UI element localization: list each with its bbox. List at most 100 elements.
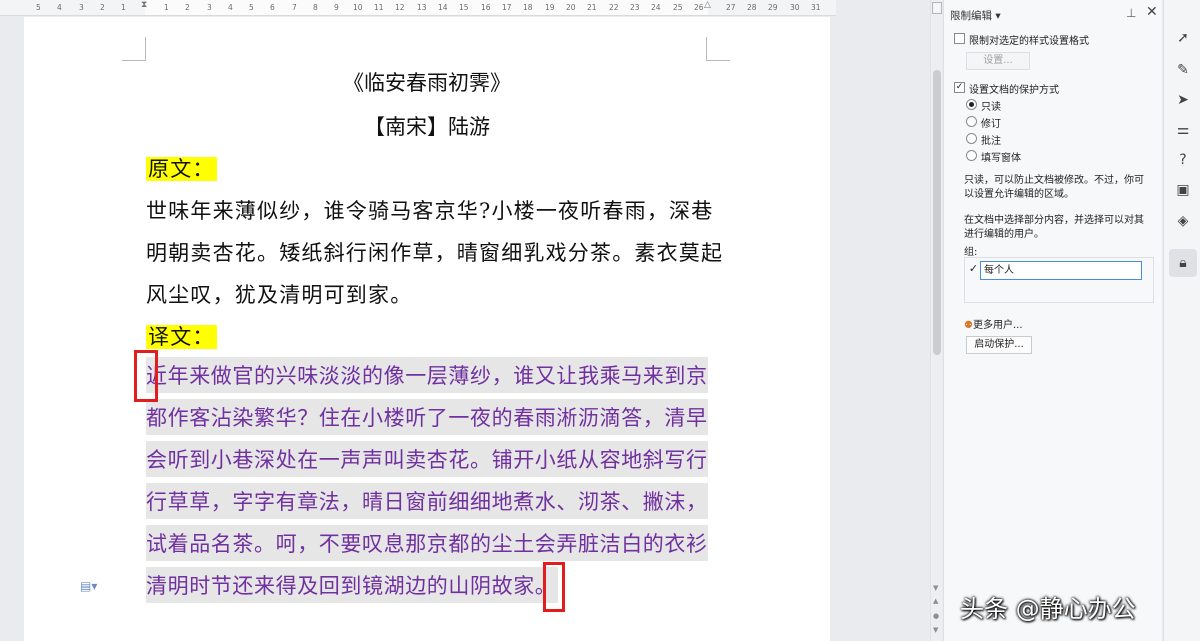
mode-label: 只读 xyxy=(981,102,1001,113)
ruler-tick: 20 xyxy=(566,3,576,12)
cursor-icon[interactable]: ➤ xyxy=(1173,90,1193,110)
ruler-tick: 23 xyxy=(630,3,640,12)
ruler-tick: 26 xyxy=(694,3,704,12)
chevron-down-icon: ▾ xyxy=(992,10,1001,22)
ruler-tick: 11 xyxy=(374,3,384,12)
range-start-highlight-box xyxy=(134,350,158,402)
ruler-tick: 6 xyxy=(270,3,275,12)
ruler-tick: 16 xyxy=(481,3,491,12)
ruler-tick: 31 xyxy=(811,3,821,12)
margin-corner-marker xyxy=(122,37,146,61)
ruler-tick: 22 xyxy=(609,3,619,12)
poem-author: 【南宋】陆游 xyxy=(364,115,490,139)
format-restrict-checkbox[interactable] xyxy=(954,33,965,44)
pin-icon[interactable]: ⊥ xyxy=(1126,6,1136,20)
document-area[interactable]: 《临安春雨初霁》 【南宋】陆游 原文： 世味年来薄似纱，谁令骑马客京华?小楼一夜… xyxy=(0,17,930,641)
send-icon[interactable]: ➚ xyxy=(1173,28,1193,48)
select-description: 在文档中选择部分内容，并选择可以对其 xyxy=(964,215,1144,226)
restrict-editing-pane: 限制编辑 ▾ ⊥ ✕ 限制对选定的样式设置格式 设置... ✓ 设置文档的保护方… xyxy=(943,0,1162,641)
ruler-tick: 7 xyxy=(292,3,297,12)
group-item-everyone[interactable]: 每个人 xyxy=(980,261,1142,280)
translation-line: 试着品名茶。呵，不要叹息那京都的尘土会弄脏洁白的衣衫， xyxy=(146,525,708,561)
wps-window: 5 4 3 2 1 ⧗ 1 2 3 4 5 6 7 8 9 10 11 12 1… xyxy=(0,0,1200,641)
paragraph-options-icon[interactable]: ▤▾ xyxy=(80,579,97,593)
watermark-text: 头条 @静心办公 xyxy=(960,595,1136,623)
group-label: 组: xyxy=(964,247,978,258)
translation-line: 行草草，字字有章法，晴日窗前细细地煮水、沏茶、撇沫， xyxy=(146,483,708,519)
protect-label: 设置文档的保护方式 xyxy=(969,85,1059,96)
more-users-link[interactable]: ⚉更多用户... xyxy=(964,316,1023,331)
ruler-tick: 1 xyxy=(164,3,169,12)
original-heading-text: 原文： xyxy=(146,157,217,181)
right-toolbar: ➚ ✎ ➤ ⚌ ? ▣ ◈ 🔒︎ xyxy=(1163,0,1200,641)
right-indent-marker-icon[interactable]: △ xyxy=(704,0,711,10)
ruler-tick: 4 xyxy=(57,3,62,12)
protect-checkbox[interactable]: ✓ xyxy=(954,82,965,93)
ruler-tick: 27 xyxy=(726,3,736,12)
settings-button[interactable]: 设置... xyxy=(966,52,1030,70)
margin-corner-marker xyxy=(706,37,730,61)
ruler-tick: 28 xyxy=(747,3,757,12)
ruler-tick: 8 xyxy=(313,3,318,12)
readonly-description: 以设置允许编辑的区域。 xyxy=(964,189,1074,200)
original-line: 明朝卖杏花。矮纸斜行闲作草，晴窗细乳戏分茶。素衣莫起 xyxy=(146,241,724,265)
ruler-tick: 4 xyxy=(228,3,233,12)
mode-label: 修订 xyxy=(981,119,1001,130)
pane-title[interactable]: 限制编辑 ▾ xyxy=(950,8,1001,23)
translation-heading: 译文： xyxy=(146,321,217,351)
pen-icon[interactable]: ✎ xyxy=(1173,60,1193,80)
mode-label: 批注 xyxy=(981,136,1001,147)
more-users-text: 更多用户... xyxy=(972,320,1023,331)
indent-marker-icon[interactable]: ⧗ xyxy=(141,0,147,10)
original-line: 世味年来薄似纱，谁令骑马客京华?小楼一夜听春雨，深巷 xyxy=(146,199,714,223)
ruler-tick: 2 xyxy=(100,3,105,12)
mode-radio-readonly[interactable] xyxy=(966,99,977,110)
lock-icon[interactable]: 🔒︎ xyxy=(1169,249,1197,277)
readonly-description: 只读，可以防止文档被修改。不过，你可 xyxy=(964,175,1144,186)
ruler-tick: 19 xyxy=(545,3,555,12)
vertical-scrollbar[interactable]: ▼ ▲ ● ▼ xyxy=(930,0,942,641)
ruler-tick: 1 xyxy=(121,3,126,12)
format-restrict-label: 限制对选定的样式设置格式 xyxy=(969,36,1089,47)
document-page[interactable]: 《临安春雨初霁》 【南宋】陆游 原文： 世味年来薄似纱，谁令骑马客京华?小楼一夜… xyxy=(24,17,830,641)
page-select-icon[interactable]: ● xyxy=(933,612,939,620)
mode-label: 填写窗体 xyxy=(981,153,1021,164)
horizontal-ruler[interactable]: 5 4 3 2 1 ⧗ 1 2 3 4 5 6 7 8 9 10 11 12 1… xyxy=(0,0,836,16)
scroll-down-arrow-icon[interactable]: ▼ xyxy=(933,584,938,592)
mode-radio-form[interactable] xyxy=(966,150,977,161)
ruler-tick: 9 xyxy=(334,3,339,12)
ruler-tick: 14 xyxy=(438,3,448,12)
mode-radio-comment[interactable] xyxy=(966,133,977,144)
ruler-tick: 2 xyxy=(185,3,190,12)
next-page-icon[interactable]: ▼ xyxy=(933,626,938,634)
ruler-tick: 24 xyxy=(651,3,661,12)
poem-title: 《临安春雨初霁》 xyxy=(343,71,511,95)
help-icon[interactable]: ? xyxy=(1173,150,1193,170)
start-protect-button[interactable]: 启动保护... xyxy=(966,336,1032,354)
translation-line: 会听到小巷深处在一声声叫卖杏花。铺开小纸从容地斜写行 xyxy=(146,441,708,477)
ruler-tick: 3 xyxy=(207,3,212,12)
original-heading: 原文： xyxy=(146,153,217,183)
select-description: 进行编辑的用户。 xyxy=(964,229,1044,240)
ruler-tick: 29 xyxy=(768,3,778,12)
ruler-tick: 25 xyxy=(673,3,683,12)
translation-line: 都作客沾染繁华？住在小楼听了一夜的春雨淅沥滴答，清早 xyxy=(146,399,708,435)
sliders-icon[interactable]: ⚌ xyxy=(1173,120,1193,140)
translation-line: 清明时节还来得及回到镜湖边的山阴故家。 xyxy=(146,567,558,603)
mode-radio-revision[interactable] xyxy=(966,116,977,127)
group-item-checkbox[interactable]: ✓ xyxy=(968,263,979,275)
ruler-tick: 15 xyxy=(459,3,469,12)
ruler-tick: 3 xyxy=(79,3,84,12)
ruler-tick: 17 xyxy=(502,3,512,12)
ruler-tick: 10 xyxy=(353,3,363,12)
ruler-tick: 18 xyxy=(523,3,533,12)
close-icon[interactable]: ✕ xyxy=(1146,4,1158,20)
ruler-tick: 5 xyxy=(249,3,254,12)
image-tool-icon[interactable]: ▣ xyxy=(1173,180,1193,200)
split-view-button[interactable] xyxy=(932,2,942,14)
ruler-tick: 30 xyxy=(790,3,800,12)
scrollbar-thumb[interactable] xyxy=(933,70,941,355)
prev-page-icon[interactable]: ▲ xyxy=(933,597,938,605)
translation-heading-text: 译文： xyxy=(146,325,217,349)
location-icon[interactable]: ◈ xyxy=(1173,211,1193,231)
